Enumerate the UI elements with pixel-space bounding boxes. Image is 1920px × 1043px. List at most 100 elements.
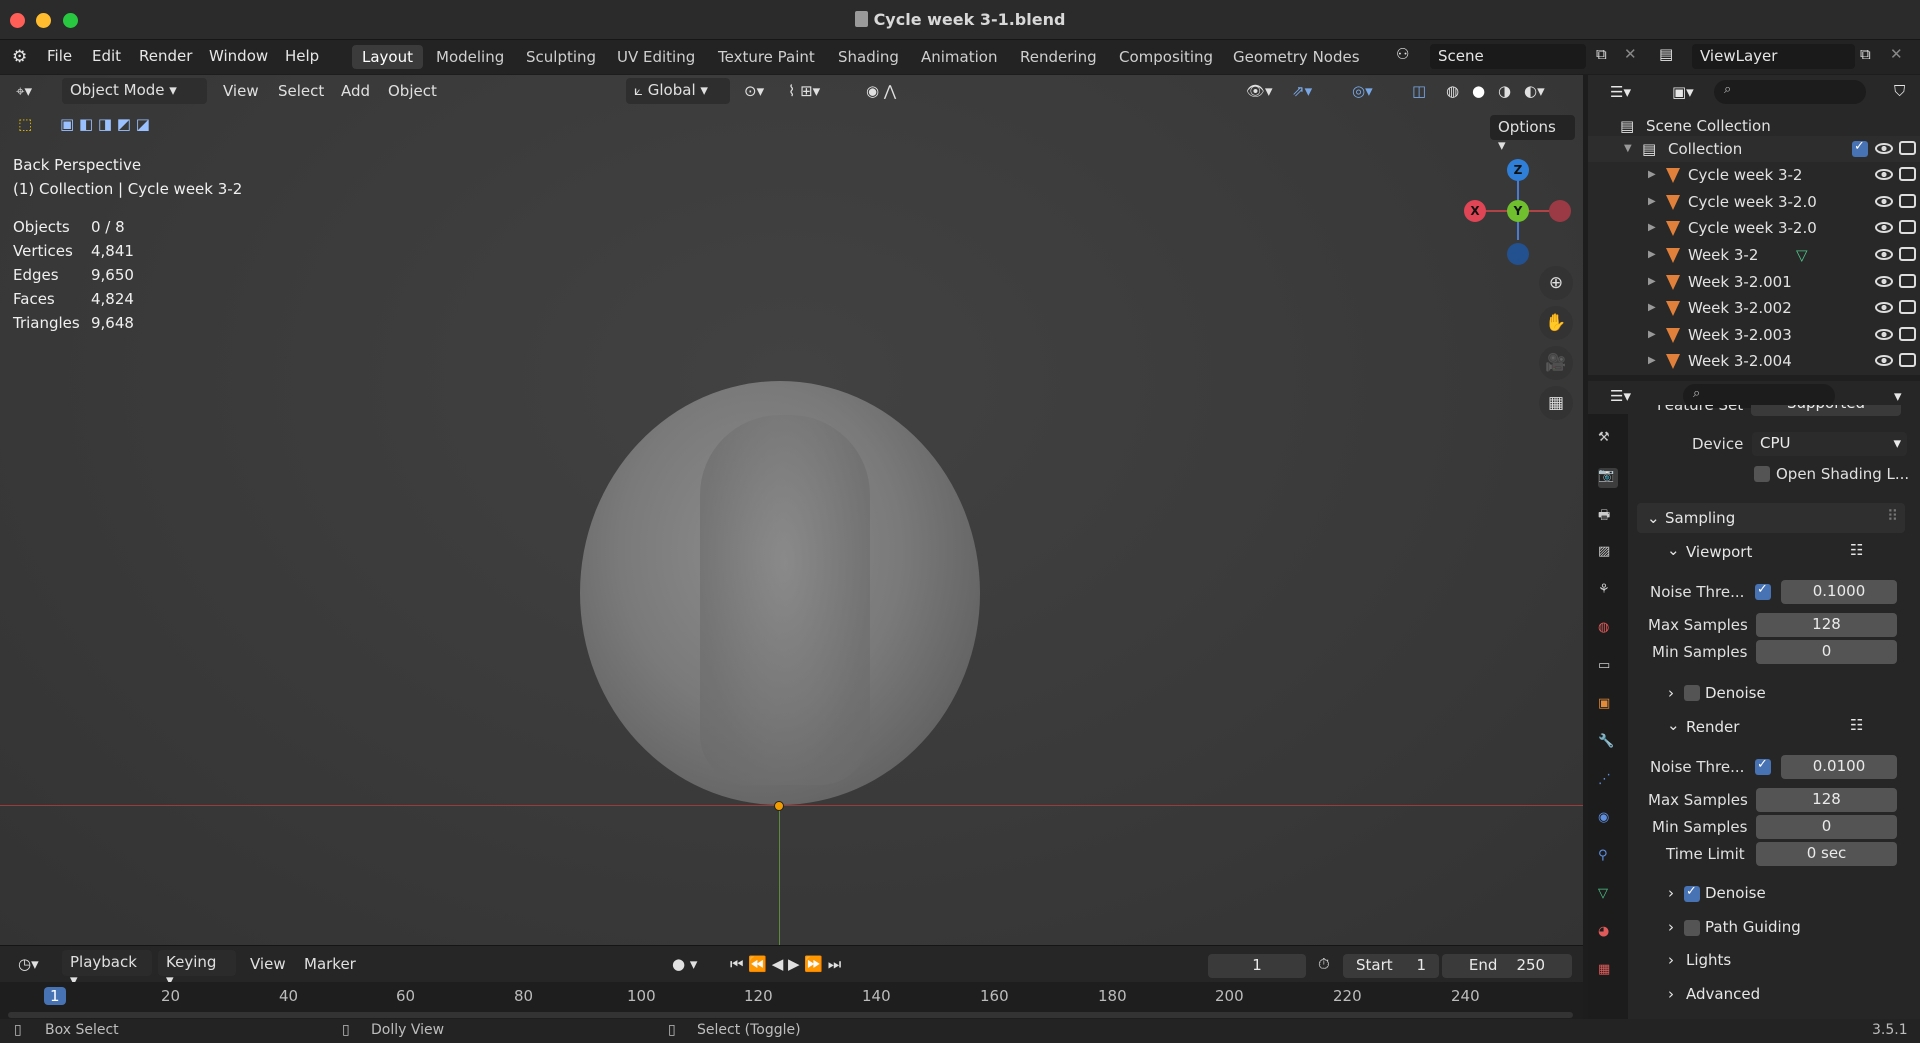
frame-ruler[interactable]: 1 20 40 60 80 100 120 140 160 180 200 22… — [0, 982, 1583, 1022]
scene-selector-icon[interactable]: ⚇ — [1396, 45, 1409, 63]
outliner-display-mode-icon[interactable]: ☰▾ — [1610, 83, 1631, 101]
workspace-tab-layout[interactable]: Layout — [352, 45, 423, 69]
lights-subpanel-header[interactable]: Lights — [1686, 951, 1731, 969]
wireframe-shading-icon[interactable]: ◍ — [1446, 82, 1459, 100]
mesh-data-icon[interactable]: ▽ — [1796, 246, 1808, 264]
render-min-samples-field[interactable]: 0 — [1756, 815, 1897, 839]
viewport-min-samples-field[interactable]: 0 — [1756, 640, 1897, 664]
render-tab-icon[interactable]: 📷 — [1598, 468, 1618, 488]
viewport-denoise-checkbox[interactable] — [1684, 685, 1700, 701]
menu-file[interactable]: File — [47, 47, 72, 65]
outliner-object-row[interactable]: ▶ Week 3-2.002 — [1588, 295, 1920, 321]
eye-icon[interactable] — [1875, 169, 1893, 180]
outliner-object-row[interactable]: ▶ Cycle week 3-2.0 — [1588, 189, 1920, 215]
eye-icon[interactable] — [1875, 276, 1893, 287]
3d-viewport[interactable]: ⌖▾ Object Mode ▾ View Select Add Object … — [0, 75, 1583, 945]
start-frame-field[interactable]: Start 1 — [1343, 954, 1439, 978]
camera-view-icon[interactable]: 🎥 — [1539, 346, 1573, 380]
expand-triangle-icon[interactable]: ▼ — [1624, 143, 1632, 154]
view-layer-tab-icon[interactable]: ▨ — [1598, 544, 1618, 564]
timeline-editor-type-icon[interactable]: ◷▾ — [18, 955, 39, 973]
eye-icon[interactable] — [1875, 249, 1893, 260]
viewport-max-samples-field[interactable]: 128 — [1756, 613, 1897, 637]
world-tab-icon[interactable]: ◍ — [1598, 620, 1618, 640]
advanced-subpanel-header[interactable]: Advanced — [1686, 985, 1760, 1003]
gizmo-y-axis[interactable]: Y — [1507, 200, 1529, 222]
expand-triangle-icon[interactable]: ▶ — [1648, 276, 1656, 287]
workspace-tab-sculpting[interactable]: Sculpting — [516, 45, 606, 69]
list-presets-icon[interactable]: ☷ — [1850, 716, 1863, 734]
workspace-tab-compositing[interactable]: Compositing — [1109, 45, 1223, 69]
delete-scene-icon[interactable]: ✕ — [1624, 45, 1637, 63]
viewport-noise-threshold-field[interactable]: 0.1000 — [1781, 580, 1897, 604]
proportional-editing-icon[interactable]: ◉ ⋀ — [866, 82, 896, 100]
snap-icon[interactable]: ⌇ ⊞▾ — [788, 82, 820, 100]
chevron-down-icon[interactable]: ⌄ — [1667, 541, 1680, 559]
chevron-right-icon[interactable]: › — [1668, 918, 1674, 936]
keying-dropdown[interactable]: Keying ▾ — [158, 950, 236, 989]
workspace-tab-animation[interactable]: Animation — [911, 45, 1007, 69]
expand-triangle-icon[interactable]: ▶ — [1648, 355, 1656, 366]
workspace-tab-rendering[interactable]: Rendering — [1010, 45, 1107, 69]
workspace-tab-geometry-nodes[interactable]: Geometry Nodes — [1223, 45, 1370, 69]
render-max-samples-field[interactable]: 128 — [1756, 788, 1897, 812]
transform-orientation-dropdown[interactable]: ⟀ Global ▾ — [626, 78, 730, 104]
playback-dropdown[interactable]: Playback ▾ — [62, 950, 152, 989]
viewlayer-selector-icon[interactable]: ▤ — [1659, 45, 1673, 63]
expand-triangle-icon[interactable]: ▶ — [1648, 249, 1656, 260]
new-scene-icon[interactable]: ⧉ — [1596, 45, 1607, 63]
xray-toggle-icon[interactable]: ◫ — [1412, 82, 1426, 100]
open-shading-checkbox[interactable] — [1754, 466, 1770, 482]
gizmo-toggle-icon[interactable]: ⇗▾ — [1292, 82, 1312, 100]
outliner-object-row[interactable]: ▶ Cycle week 3-2.0 — [1588, 215, 1920, 241]
chevron-right-icon[interactable]: › — [1668, 985, 1674, 1003]
perspective-grid-icon[interactable]: ▦ — [1539, 386, 1573, 420]
new-viewlayer-icon[interactable]: ⧉ — [1860, 45, 1871, 63]
material-preview-icon[interactable]: ◑ — [1498, 82, 1511, 100]
drag-handle-icon[interactable]: ⠿ — [1887, 507, 1898, 525]
menu-help[interactable]: Help — [285, 47, 319, 65]
blender-logo-icon[interactable]: ⚙ — [12, 47, 27, 67]
eye-icon[interactable] — [1875, 329, 1893, 340]
eye-icon[interactable] — [1875, 302, 1893, 313]
constraints-tab-icon[interactable]: ⚲ — [1598, 848, 1618, 868]
viewport-noise-threshold-checkbox[interactable] — [1755, 582, 1771, 600]
chevron-right-icon[interactable]: › — [1668, 684, 1674, 702]
object-tab-icon[interactable]: ▣ — [1598, 696, 1618, 716]
render-denoise-checkbox[interactable] — [1684, 884, 1700, 902]
feature-set-row-clipped[interactable]: Feature Set Supported — [1637, 405, 1905, 417]
timeline-menu-marker[interactable]: Marker — [304, 955, 356, 973]
menu-window[interactable]: Window — [209, 47, 268, 65]
scene-name-field[interactable]: Scene — [1430, 44, 1586, 69]
expand-triangle-icon[interactable]: ▶ — [1648, 329, 1656, 340]
collection-exclude-checkbox[interactable] — [1852, 139, 1868, 157]
solid-shading-icon[interactable]: ● — [1472, 82, 1485, 100]
timeline-menu-view[interactable]: View — [250, 955, 286, 973]
selection-mode-icons[interactable]: ▣ ◧ ◨ ◩ ◪ — [60, 115, 150, 133]
eye-icon[interactable] — [1875, 222, 1893, 233]
sampling-panel-header[interactable]: ⌄ Sampling ⠿ — [1637, 503, 1905, 533]
preview-range-icon[interactable]: ⏱ — [1318, 955, 1330, 973]
render-camera-icon[interactable] — [1899, 274, 1916, 288]
eye-icon[interactable] — [1875, 143, 1893, 154]
menu-render[interactable]: Render — [139, 47, 192, 65]
tool-tab-icon[interactable]: ⚒ — [1598, 430, 1618, 450]
gizmo-neg-z-axis[interactable] — [1507, 243, 1529, 265]
outliner-object-row[interactable]: ▶ Week 3-2.003 — [1588, 322, 1920, 348]
outliner-filter-view-icon[interactable]: ▣▾ — [1672, 83, 1694, 101]
auto-keying-icon[interactable]: ● ▾ — [672, 955, 697, 973]
render-subpanel-header[interactable]: Render — [1686, 718, 1739, 736]
viewport-menu-object[interactable]: Object — [388, 82, 437, 100]
expand-triangle-icon[interactable]: ▶ — [1648, 169, 1656, 180]
properties-options-icon[interactable]: ▾ — [1894, 387, 1902, 405]
render-camera-icon[interactable] — [1899, 220, 1916, 234]
render-noise-threshold-field[interactable]: 0.0100 — [1781, 755, 1897, 779]
viewlayer-name-field[interactable]: ViewLayer — [1692, 44, 1855, 69]
gizmo-neg-x-axis[interactable] — [1549, 200, 1571, 222]
list-presets-icon[interactable]: ☷ — [1850, 541, 1863, 559]
particles-tab-icon[interactable]: ⋰ — [1598, 772, 1618, 792]
current-frame-field[interactable]: 1 — [1208, 954, 1306, 978]
viewport-menu-view[interactable]: View — [223, 82, 259, 100]
options-dropdown[interactable]: Options ▾ — [1490, 115, 1575, 154]
menu-edit[interactable]: Edit — [92, 47, 121, 65]
